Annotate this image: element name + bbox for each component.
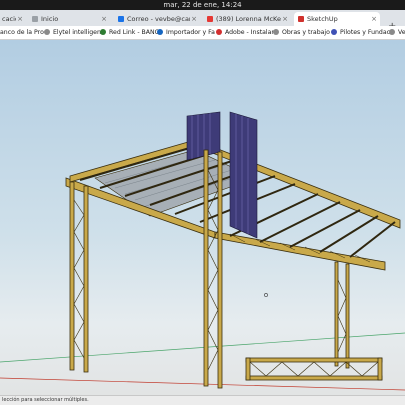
bookmark-banco[interactable]: anco de la Pro — [0, 26, 44, 40]
close-icon[interactable]: × — [191, 12, 197, 26]
bookmark-label: Red Link - BANC — [109, 29, 159, 36]
column-right — [334, 261, 350, 369]
system-top-bar: mar, 22 de ene, 14:24 — [0, 0, 405, 10]
bookmark-ve[interactable]: Ve — [389, 26, 405, 40]
adobe-icon — [216, 29, 222, 35]
close-icon[interactable]: × — [17, 12, 23, 26]
tab-inicio[interactable]: Inicio × — [28, 12, 110, 26]
bookmark-label: Pilotes y Fundac — [340, 29, 391, 36]
globe-icon — [157, 29, 163, 35]
document-icon — [273, 29, 279, 35]
bookmark-elytel[interactable]: Elytel intelligent — [44, 26, 103, 40]
close-icon[interactable]: × — [101, 12, 107, 26]
solar-panel-right — [229, 111, 258, 239]
tab-label: Inicio — [41, 15, 59, 23]
tab-partial[interactable]: cació × — [0, 12, 26, 26]
tab-label: cació — [2, 15, 16, 23]
bookmark-label: Elytel intelligent — [53, 29, 104, 36]
tab-label: (389) Lorenna McKennitt — [216, 15, 281, 23]
truss-structure-model — [0, 111, 405, 391]
close-icon[interactable]: × — [371, 12, 377, 26]
bookmarks-bar: anco de la Pro Elytel intelligent Red Li… — [0, 26, 405, 40]
document-icon — [389, 29, 395, 35]
cursor-icon — [264, 293, 268, 297]
main-truss-front — [65, 177, 386, 271]
truss-segment-lattice — [249, 361, 379, 377]
bookmark-red-link[interactable]: Red Link - BANC — [100, 26, 159, 40]
truss-segment-ground — [245, 357, 383, 381]
sketchup-3d-viewport[interactable] — [0, 40, 405, 395]
pile-icon — [331, 29, 337, 35]
system-datetime: mar, 22 de ene, 14:24 — [163, 1, 242, 9]
youtube-icon — [207, 16, 213, 22]
document-icon — [44, 29, 50, 35]
status-text: lección para seleccionar múltiples. — [2, 397, 89, 403]
bookmark-importador[interactable]: Importador y Fa — [157, 26, 215, 40]
status-bar: lección para seleccionar múltiples. — [0, 395, 405, 405]
tab-sketchup[interactable]: SketchUp × — [294, 12, 380, 26]
bookmark-label: anco de la Pro — [0, 29, 44, 36]
tab-youtube[interactable]: (389) Lorenna McKennitt × — [203, 12, 291, 26]
tab-label: Correo - vevbe@cartelg — [127, 15, 190, 23]
bookmark-label: Obras y trabajo — [282, 29, 330, 36]
bookmark-obras[interactable]: Obras y trabajo — [273, 26, 330, 40]
tab-correo[interactable]: Correo - vevbe@cartelg × — [114, 12, 200, 26]
bookmark-label: Importador y Fa — [166, 29, 215, 36]
link-icon — [100, 29, 106, 35]
browser-tab-strip: cació × Inicio × Correo - vevbe@cartelg … — [0, 10, 405, 32]
bookmark-adobe[interactable]: Adobe - Instalar — [216, 26, 274, 40]
close-icon[interactable]: × — [282, 12, 288, 26]
bookmark-pilotes[interactable]: Pilotes y Fundac — [331, 26, 390, 40]
bookmark-label: Ve — [398, 29, 405, 36]
bookmark-label: Adobe - Instalar — [225, 29, 274, 36]
document-icon — [32, 16, 38, 22]
tab-label: SketchUp — [307, 15, 338, 23]
sketchup-icon — [298, 16, 304, 22]
outlook-icon — [118, 16, 124, 22]
